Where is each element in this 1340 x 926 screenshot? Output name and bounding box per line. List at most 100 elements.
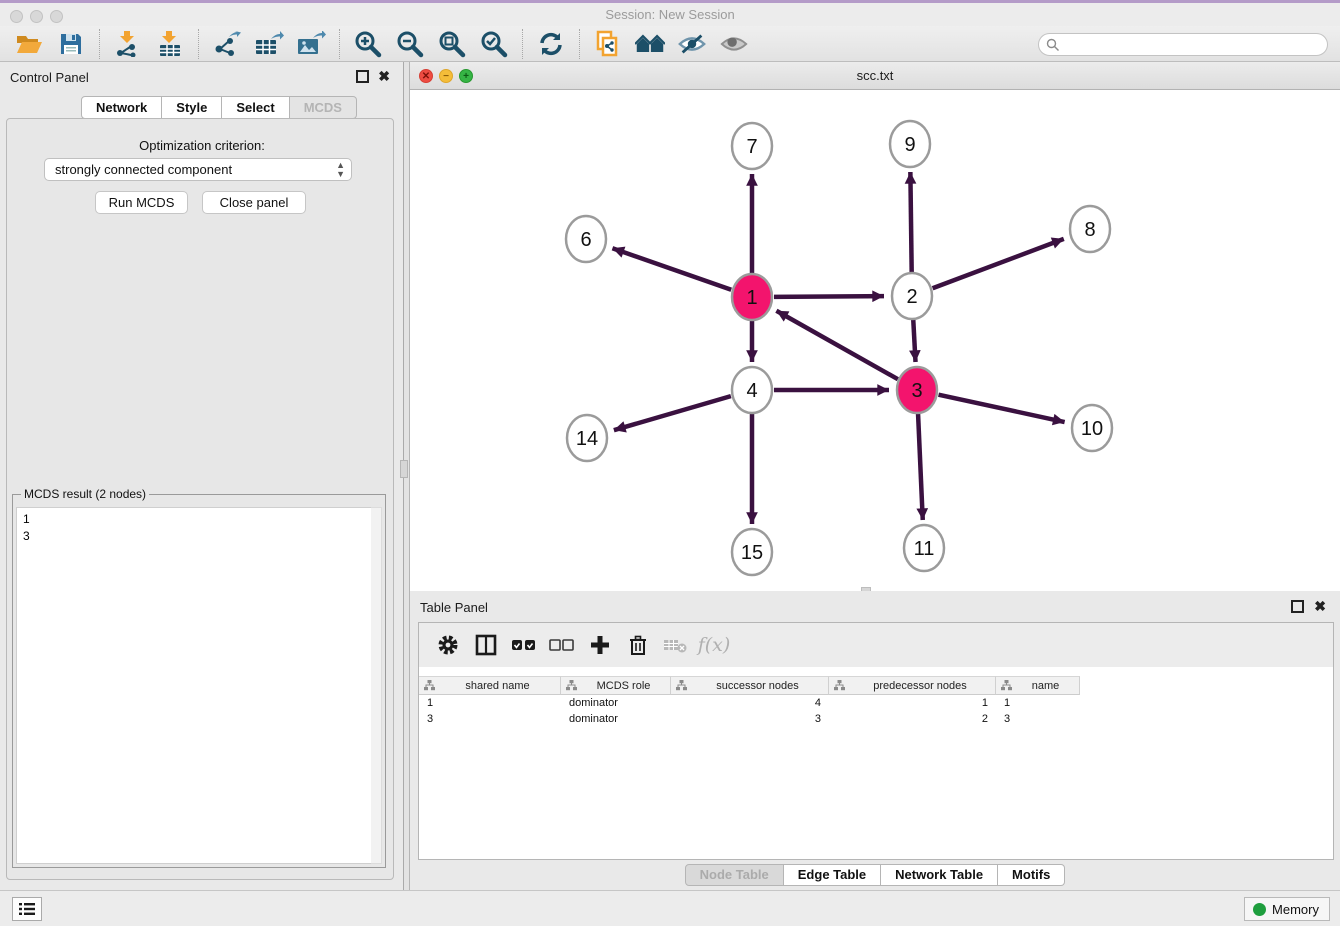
export-network-icon[interactable] (212, 29, 242, 59)
graph-edge-1-6[interactable] (612, 248, 731, 290)
graph-node-7[interactable]: 7 (732, 123, 772, 169)
table-cell[interactable]: dominator (561, 711, 671, 727)
graph-edge-1-2[interactable] (774, 296, 884, 297)
table-panel-tabs: Node TableEdge TableNetwork TableMotifs (410, 864, 1340, 886)
gear-icon[interactable] (434, 631, 462, 659)
network-view-window: ✕ − + scc.txt 7 9 6 8 1 2 4 3 14 10 15 11 (409, 62, 1340, 591)
tab-select[interactable]: Select (222, 96, 289, 119)
table-cell[interactable]: dominator (561, 695, 671, 711)
close-view-icon[interactable]: ✕ (419, 69, 433, 83)
import-table-icon[interactable] (155, 29, 185, 59)
task-history-button[interactable] (12, 897, 42, 921)
table-cell[interactable]: 2 (829, 711, 996, 727)
table-cell[interactable]: 4 (671, 695, 829, 711)
table-cell[interactable]: 1 (829, 695, 996, 711)
graph-node-1[interactable]: 1 (732, 274, 772, 320)
column-header-MCDS-role[interactable]: MCDS role (561, 676, 671, 695)
delete-column-icon[interactable] (624, 631, 652, 659)
memory-button[interactable]: Memory (1244, 897, 1330, 921)
graph-edge-3-1[interactable] (776, 311, 897, 379)
open-file-icon[interactable] (14, 29, 44, 59)
float-panel-icon[interactable] (356, 70, 369, 83)
export-image-icon[interactable] (296, 29, 326, 59)
graph-node-6[interactable]: 6 (566, 216, 606, 262)
zoom-selected-icon[interactable] (479, 29, 509, 59)
maximize-view-icon[interactable]: + (459, 69, 473, 83)
table-cell[interactable]: 1 (996, 695, 1080, 711)
column-header-successor-nodes[interactable]: successor nodes (671, 676, 829, 695)
graph-edge-3-10[interactable] (938, 395, 1064, 422)
float-table-panel-icon[interactable] (1291, 600, 1304, 613)
import-network-icon[interactable] (113, 29, 143, 59)
svg-text:6: 6 (580, 229, 591, 251)
table-cell[interactable]: 3 (419, 711, 561, 727)
hierarchy-icon (834, 680, 845, 691)
minimize-window-icon[interactable] (30, 10, 43, 23)
column-layout-icon[interactable] (472, 631, 500, 659)
table-cell[interactable]: 3 (671, 711, 829, 727)
tab-mcds[interactable]: MCDS (290, 96, 357, 119)
graph-node-2[interactable]: 2 (892, 273, 932, 319)
deselect-all-icon[interactable] (548, 631, 576, 659)
tab-node-table[interactable]: Node Table (685, 864, 784, 886)
graph-node-15[interactable]: 15 (732, 529, 772, 575)
graph-edge-3-11[interactable] (918, 412, 923, 520)
table-cell[interactable]: 3 (996, 711, 1080, 727)
maximize-window-icon[interactable] (50, 10, 63, 23)
column-header-shared-name[interactable]: shared name (419, 676, 561, 695)
run-mcds-button[interactable]: Run MCDS (95, 191, 188, 214)
delete-table-icon[interactable] (662, 631, 690, 659)
hide-selected-icon[interactable] (677, 29, 707, 59)
network-canvas[interactable]: 7 9 6 8 1 2 4 3 14 10 15 11 (410, 90, 1340, 591)
graph-node-3[interactable]: 3 (897, 367, 937, 413)
control-panel-title: Control Panel (10, 70, 89, 85)
zoom-out-icon[interactable] (395, 29, 425, 59)
search-input[interactable] (1060, 35, 1327, 54)
column-header-name[interactable]: name (996, 676, 1080, 695)
window-titlebar[interactable]: Session: New Session (0, 3, 1340, 26)
column-header-predecessor-nodes[interactable]: predecessor nodes (829, 676, 996, 695)
graph-node-9[interactable]: 9 (890, 121, 930, 167)
export-table-icon[interactable] (254, 29, 284, 59)
zoom-fit-icon[interactable] (437, 29, 467, 59)
select-all-icon[interactable] (510, 631, 538, 659)
table-row[interactable]: 1dominator411 (419, 695, 1333, 711)
optimization-criterion-label: Optimization criterion: (0, 138, 404, 153)
graph-edge-2-8[interactable] (933, 239, 1064, 288)
home-icon[interactable] (635, 29, 665, 59)
zoom-in-icon[interactable] (353, 29, 383, 59)
toolbar-separator (99, 29, 100, 59)
show-all-icon[interactable] (719, 29, 749, 59)
add-column-icon[interactable] (586, 631, 614, 659)
table-cell[interactable]: 1 (419, 695, 561, 711)
close-table-panel-icon[interactable]: ✖ (1314, 598, 1326, 614)
criterion-dropdown[interactable]: strongly connected component ▲▼ (44, 158, 352, 181)
network-window-titlebar[interactable]: ✕ − + scc.txt (410, 62, 1340, 90)
vertical-splitter-handle[interactable] (400, 460, 408, 478)
graph-node-14[interactable]: 14 (567, 415, 607, 461)
function-builder-icon[interactable]: f(x) (700, 631, 728, 659)
first-neighbors-icon[interactable] (593, 29, 623, 59)
graph-node-4[interactable]: 4 (732, 367, 772, 413)
tab-network-table[interactable]: Network Table (881, 864, 998, 886)
close-panel-icon[interactable]: ✖ (378, 68, 390, 84)
save-session-icon[interactable] (56, 29, 86, 59)
close-panel-button[interactable]: Close panel (202, 191, 306, 214)
tab-edge-table[interactable]: Edge Table (784, 864, 881, 886)
graph-edge-4-14[interactable] (614, 396, 731, 430)
table-row[interactable]: 3dominator323 (419, 711, 1333, 727)
search-box[interactable] (1038, 33, 1328, 56)
tab-motifs[interactable]: Motifs (998, 864, 1065, 886)
graph-node-8[interactable]: 8 (1070, 206, 1110, 252)
result-scrollbar[interactable] (371, 507, 382, 864)
graph-node-10[interactable]: 10 (1072, 405, 1112, 451)
graph-edge-2-3[interactable] (913, 318, 915, 362)
refresh-icon[interactable] (536, 29, 566, 59)
close-window-icon[interactable] (10, 10, 23, 23)
graph-edge-2-9[interactable] (910, 172, 911, 274)
tab-style[interactable]: Style (162, 96, 222, 119)
mcds-result-textarea[interactable]: 1 3 (16, 507, 371, 864)
minimize-view-icon[interactable]: − (439, 69, 453, 83)
tab-network[interactable]: Network (81, 96, 162, 119)
graph-node-11[interactable]: 11 (904, 525, 944, 571)
